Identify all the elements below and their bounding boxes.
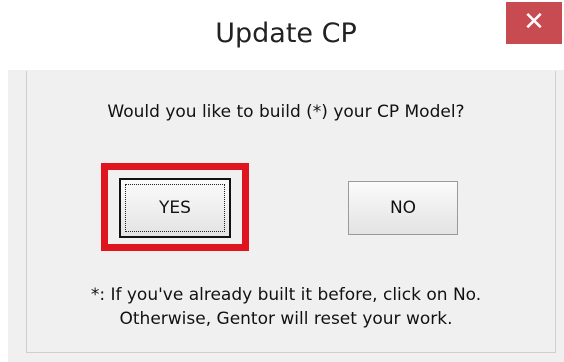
prompt-text: Would you like to build (*) your CP Mode…	[107, 102, 465, 122]
footnote-line-2: Otherwise, Gentor will reset your work.	[119, 309, 453, 329]
no-button-label: NO	[389, 198, 417, 218]
focus-ring	[125, 184, 225, 232]
close-button[interactable]: ✕	[506, 2, 562, 44]
dialog-title: Update CP	[215, 18, 357, 49]
footnote: *: If you've already built it before, cl…	[8, 283, 564, 331]
close-icon: ✕	[523, 7, 545, 37]
no-button[interactable]: NO	[348, 181, 458, 235]
window-left-edge	[0, 0, 8, 362]
update-cp-dialog: Update CP ✕ Would you like to build (*) …	[0, 0, 564, 362]
title-bar[interactable]: Update CP ✕	[8, 0, 564, 70]
yes-button[interactable]: YES	[119, 178, 231, 238]
footnote-line-1: *: If you've already built it before, cl…	[90, 285, 482, 305]
